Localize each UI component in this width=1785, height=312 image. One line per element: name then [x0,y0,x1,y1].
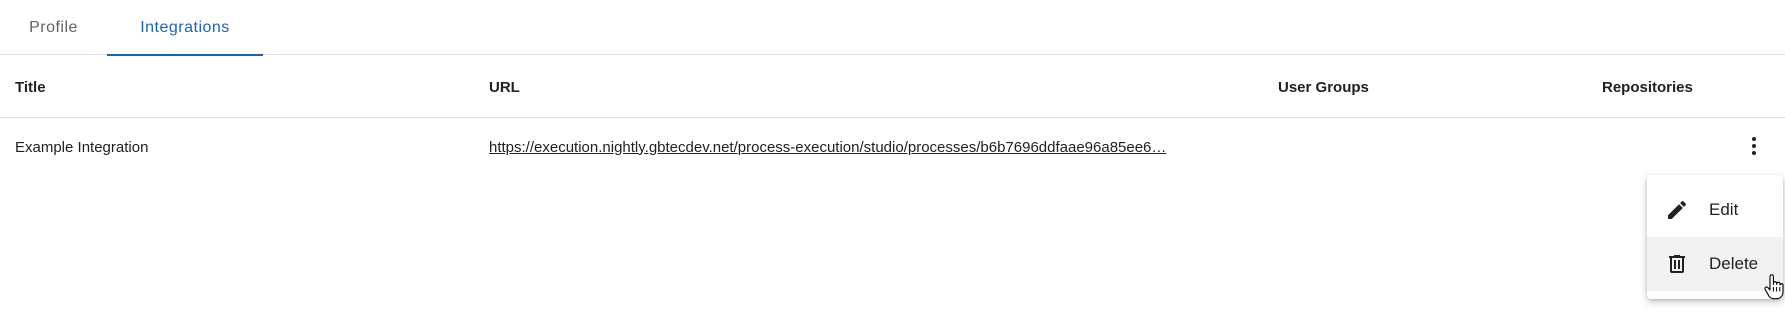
column-header-user-groups: User Groups [1278,78,1369,96]
menu-item-edit[interactable]: Edit [1647,183,1783,237]
row-actions-button[interactable] [1736,128,1772,164]
row-actions-menu: Edit Delete [1647,175,1783,299]
tab-integrations[interactable]: Integrations [107,0,263,56]
menu-item-delete[interactable]: Delete [1647,237,1783,291]
column-header-title: Title [15,78,46,96]
row-title: Example Integration [15,138,149,156]
row-url-link[interactable]: https://execution.nightly.gbtecdev.net/p… [489,139,1241,156]
tab-bar: Profile Integrations [0,0,1785,56]
row-url-cell: https://execution.nightly.gbtecdev.net/p… [489,118,1241,176]
column-header-url: URL [489,78,520,96]
trash-icon [1669,255,1685,273]
menu-item-edit-label: Edit [1709,200,1739,219]
more-vert-icon [1752,137,1756,155]
column-header-repositories: Repositories [1602,78,1693,96]
menu-item-delete-label: Delete [1709,254,1759,273]
table-header: Title URL User Groups Repositories [0,56,1785,118]
table-row: Example Integration https://execution.ni… [0,118,1785,176]
integrations-page: Profile Integrations Title URL User Grou… [0,0,1785,312]
tab-profile[interactable]: Profile [0,0,107,55]
pencil-icon [1668,200,1687,219]
